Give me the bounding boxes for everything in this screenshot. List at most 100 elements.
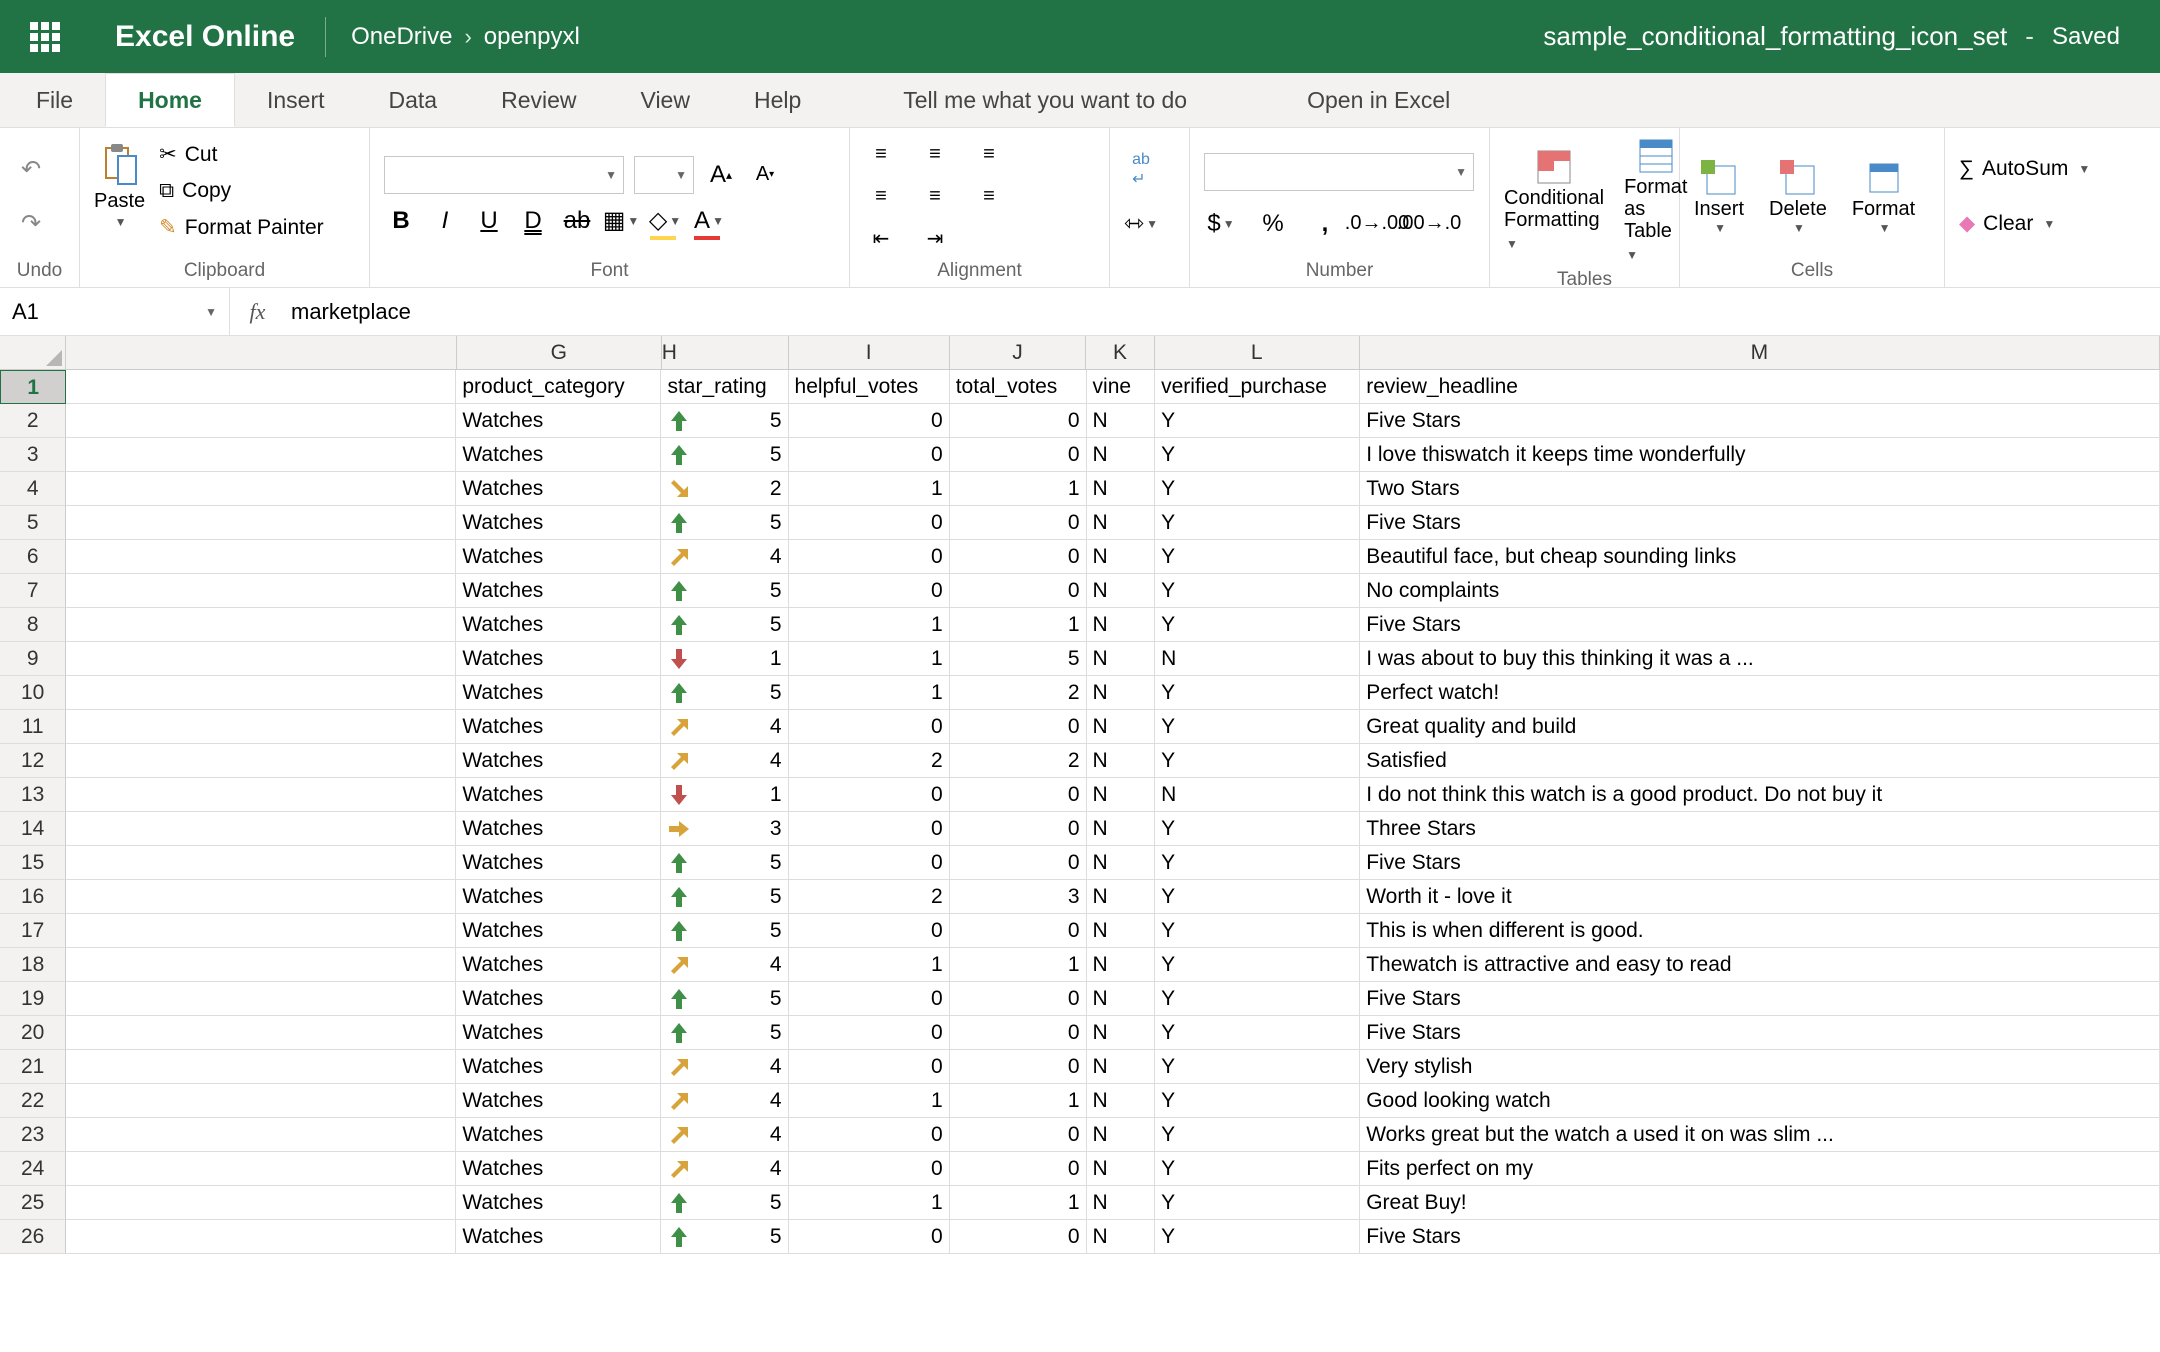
cell[interactable]: Y (1155, 846, 1360, 880)
column-header-M[interactable]: M (1360, 336, 2160, 370)
select-all-cell[interactable] (0, 336, 66, 370)
cell[interactable]: Five Stars (1360, 1220, 2160, 1254)
underline-button[interactable]: U (472, 204, 506, 238)
cell[interactable]: 0 (950, 778, 1087, 812)
cell[interactable]: N (1087, 1186, 1156, 1220)
cell[interactable]: 0 (789, 846, 950, 880)
cell[interactable]: 1 (789, 1186, 950, 1220)
cell[interactable]: This is when different is good. (1360, 914, 2160, 948)
cell[interactable]: 2 (789, 744, 950, 778)
cell[interactable]: 0 (789, 1050, 950, 1084)
cell[interactable]: 0 (789, 1220, 950, 1254)
cell[interactable]: 0 (789, 1152, 950, 1186)
cell[interactable]: 5 (661, 506, 788, 540)
format-cells-button[interactable]: Format▼ (1852, 158, 1915, 235)
cell[interactable]: Watches (456, 676, 661, 710)
cell[interactable]: vine (1087, 370, 1156, 404)
cell[interactable]: 5 (661, 438, 788, 472)
row-header[interactable]: 10 (0, 676, 66, 710)
cell[interactable]: 1 (661, 642, 788, 676)
cell[interactable]: Watches (456, 404, 661, 438)
cell[interactable]: 0 (789, 778, 950, 812)
format-as-table-button[interactable]: Format as Table ▼ (1624, 136, 1687, 266)
cell[interactable]: 5 (661, 1016, 788, 1050)
app-launcher-icon[interactable] (30, 22, 60, 52)
cell[interactable]: 1 (950, 948, 1087, 982)
accounting-format-button[interactable]: $▼ (1204, 207, 1238, 241)
cell[interactable]: Watches (456, 642, 661, 676)
align-left-button[interactable]: ≡ (864, 180, 898, 214)
tab-file[interactable]: File (0, 73, 105, 127)
cell[interactable]: Y (1155, 506, 1360, 540)
breadcrumb-onedrive[interactable]: OneDrive (351, 23, 452, 51)
cell[interactable]: Great quality and build (1360, 710, 2160, 744)
row-header[interactable]: 21 (0, 1050, 66, 1084)
cell[interactable]: 2 (950, 676, 1087, 710)
row-header[interactable]: 19 (0, 982, 66, 1016)
cell[interactable]: Great Buy! (1360, 1186, 2160, 1220)
spreadsheet-grid[interactable]: GHIJKLM 1product_categorystar_ratinghelp… (0, 336, 2160, 1254)
tab-insert[interactable]: Insert (235, 73, 357, 127)
cell[interactable]: Y (1155, 1186, 1360, 1220)
cell[interactable]: 0 (789, 710, 950, 744)
cell[interactable]: Good looking watch (1360, 1084, 2160, 1118)
cell[interactable]: Watches (456, 982, 661, 1016)
cell[interactable]: Watches (456, 574, 661, 608)
cell[interactable]: Five Stars (1360, 506, 2160, 540)
cell[interactable]: 1 (950, 1186, 1087, 1220)
cell[interactable]: Y (1155, 404, 1360, 438)
tab-home[interactable]: Home (105, 73, 235, 127)
cell[interactable]: 4 (661, 1118, 788, 1152)
row-header[interactable]: 14 (0, 812, 66, 846)
cell[interactable]: 4 (661, 540, 788, 574)
row-header[interactable]: 7 (0, 574, 66, 608)
row-header[interactable]: 5 (0, 506, 66, 540)
cell[interactable]: 0 (950, 540, 1087, 574)
cell[interactable]: total_votes (950, 370, 1087, 404)
align-right-button[interactable]: ≡ (972, 180, 1006, 214)
cell[interactable]: 1 (789, 676, 950, 710)
cell[interactable]: Watches (456, 1186, 661, 1220)
cell[interactable]: 5 (661, 404, 788, 438)
cell[interactable]: Three Stars (1360, 812, 2160, 846)
cell[interactable]: 1 (950, 608, 1087, 642)
copy-button[interactable]: ⧉Copy (159, 179, 324, 203)
cell[interactable]: 1 (789, 472, 950, 506)
cell[interactable]: star_rating (661, 370, 788, 404)
clear-button[interactable]: ◆Clear▼ (1959, 211, 2090, 236)
cell[interactable]: 0 (789, 1016, 950, 1050)
cell[interactable]: N (1087, 1016, 1156, 1050)
cell[interactable]: I do not think this watch is a good prod… (1360, 778, 2160, 812)
cell[interactable]: 0 (950, 574, 1087, 608)
cell[interactable]: N (1155, 642, 1360, 676)
decrease-indent-button[interactable]: ⇤ (864, 222, 898, 256)
cell[interactable]: 4 (661, 948, 788, 982)
cell[interactable]: N (1087, 506, 1156, 540)
borders-button[interactable]: ▦▼ (604, 204, 638, 238)
cell[interactable]: Watches (456, 710, 661, 744)
cell[interactable]: 0 (789, 812, 950, 846)
cell[interactable]: 0 (789, 914, 950, 948)
cell[interactable]: Five Stars (1360, 404, 2160, 438)
font-name-select[interactable]: ▼ (384, 156, 624, 194)
cell[interactable]: 0 (789, 574, 950, 608)
cell[interactable]: Beautiful face, but cheap sounding links (1360, 540, 2160, 574)
row-header[interactable]: 18 (0, 948, 66, 982)
cell[interactable]: 0 (950, 710, 1087, 744)
cell[interactable]: N (1087, 472, 1156, 506)
merge-button[interactable]: ⇿▼ (1124, 207, 1158, 241)
increase-decimal-button[interactable]: .0→.00 (1360, 207, 1394, 241)
cell[interactable]: N (1087, 574, 1156, 608)
cell[interactable]: Y (1155, 1152, 1360, 1186)
double-underline-button[interactable]: D (516, 204, 550, 238)
column-header-L[interactable]: L (1155, 336, 1360, 370)
number-format-select[interactable]: ▼ (1204, 153, 1474, 191)
row-header[interactable]: 4 (0, 472, 66, 506)
row-header[interactable]: 3 (0, 438, 66, 472)
row-header[interactable]: 20 (0, 1016, 66, 1050)
bold-button[interactable]: B (384, 204, 418, 238)
cell[interactable]: Watches (456, 1118, 661, 1152)
cell[interactable]: 5 (661, 1186, 788, 1220)
cell[interactable]: 4 (661, 710, 788, 744)
cell[interactable]: 0 (950, 506, 1087, 540)
